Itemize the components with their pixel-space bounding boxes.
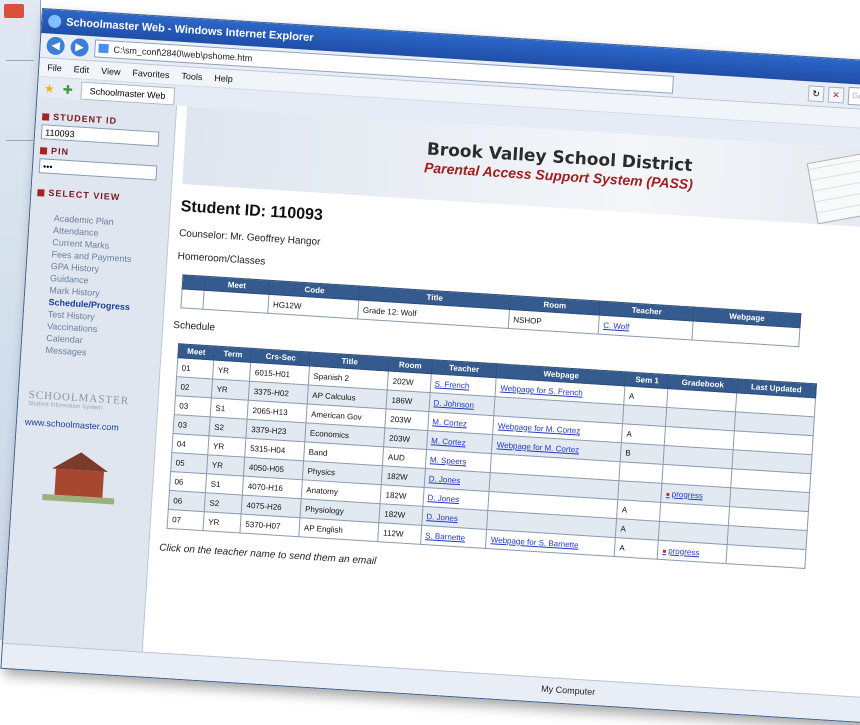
cell-link[interactable]: Webpage for M. Cortez <box>498 421 581 435</box>
select-view-label-text: Select View <box>48 187 121 203</box>
student-id-input[interactable]: 110093 <box>40 124 160 147</box>
table-cell: 06 <box>169 471 207 493</box>
brand-url-link[interactable]: www.schoolmaster.com <box>25 417 150 435</box>
menu-item-favorites[interactable]: Favorites <box>132 64 170 84</box>
security-zone: My Computer <box>540 683 596 698</box>
table-cell: YR <box>212 359 252 382</box>
cell-link[interactable]: S. Barnette <box>425 531 466 542</box>
table-cell: S2 <box>204 492 243 515</box>
forward-icon[interactable]: ▶ <box>70 37 90 57</box>
table-cell: YR <box>206 454 246 477</box>
stop-icon[interactable]: ✕ <box>827 86 845 104</box>
cell-link[interactable]: M. Speers <box>430 455 467 466</box>
cell-link[interactable]: Webpage for S. Barnette <box>491 535 579 550</box>
table-cell: 5370-H07 <box>240 514 301 537</box>
cell-link[interactable]: Webpage for M. Cortez <box>497 440 580 454</box>
cell-link[interactable]: M. Cortez <box>432 417 467 428</box>
progress-link[interactable]: progress <box>666 489 703 500</box>
table-cell: A <box>614 537 659 560</box>
table-cell: 203W <box>385 408 429 431</box>
table-cell: 07 <box>167 509 205 531</box>
table-cell: YR <box>207 435 247 458</box>
browser-window: Schoolmaster Web - Windows Internet Expl… <box>0 8 860 725</box>
bullet-icon <box>37 188 45 197</box>
divider <box>6 60 34 61</box>
progress-link[interactable]: progress <box>662 546 699 557</box>
table-cell: 112W <box>378 522 422 545</box>
view-list: Academic Plan Attendance Current Marks Fees… <box>45 212 163 363</box>
table-cell: 02 <box>175 376 213 398</box>
table-cell: AP English <box>298 517 380 542</box>
table-cell: 03 <box>173 414 211 436</box>
table-cell: 06 <box>168 490 206 512</box>
table-cell[interactable]: S. Barnette <box>420 525 487 549</box>
bullet-icon <box>39 146 48 155</box>
page-content: Student ID 110093 PIN ••• Select View Ac… <box>3 96 860 701</box>
table-cell: S1 <box>210 397 249 420</box>
table-cell: YR <box>203 511 242 533</box>
table-cell: 182W <box>379 503 423 526</box>
table-cell: S2 <box>209 416 248 439</box>
bullet-icon <box>41 112 50 121</box>
schedule-table: Meet Term Crs-Sec Title Room Teacher Webpage Se… <box>167 343 817 569</box>
table-cell[interactable]: progress <box>657 540 727 564</box>
table-cell: 203W <box>384 427 428 450</box>
column-header <box>182 274 205 291</box>
table-cell: 186W <box>386 389 430 412</box>
table-cell: S1 <box>205 473 244 496</box>
table-cell: AUD <box>382 446 427 469</box>
pin-input[interactable]: ••• <box>38 158 158 181</box>
student-id-label-text: Student ID <box>52 111 118 126</box>
table-cell: YR <box>211 378 250 401</box>
pin-label-text: PIN <box>50 145 70 157</box>
cell-link[interactable]: D. Jones <box>427 493 459 504</box>
address-text: C:\sm_conf\2840\web\pshome.htm <box>113 44 253 64</box>
cell-link[interactable]: D. Jones <box>426 512 458 523</box>
refresh-icon[interactable]: ↻ <box>807 85 825 103</box>
cell-link[interactable]: M. Cortez <box>431 436 466 447</box>
menu-item-file[interactable]: File <box>47 58 63 77</box>
menu-item-edit[interactable]: Edit <box>73 60 90 79</box>
divider <box>6 140 34 141</box>
table-cell: 03 <box>174 395 212 417</box>
table-cell <box>725 544 807 569</box>
table-cell <box>202 290 270 314</box>
ie-logo-icon <box>47 14 62 29</box>
table-cell: 182W <box>381 465 425 488</box>
cell-link[interactable]: D. Jones <box>429 474 461 485</box>
add-favorite-icon[interactable]: ✚ <box>62 82 73 97</box>
close-icon[interactable] <box>4 4 24 18</box>
menu-item-view[interactable]: View <box>101 62 121 81</box>
back-icon[interactable]: ◀ <box>46 36 66 56</box>
cell-link[interactable]: S. French <box>434 379 469 390</box>
select-view-label: Select View <box>37 187 164 205</box>
schoolhouse-icon <box>42 450 115 505</box>
ground <box>42 493 115 505</box>
table-cell: 182W <box>380 484 424 507</box>
table-cell: 05 <box>170 452 208 474</box>
house-body <box>54 468 104 498</box>
menu-item-tools[interactable]: Tools <box>181 67 203 86</box>
table-cell: 202W <box>387 370 431 393</box>
table-cell: 01 <box>176 357 214 379</box>
favorites-star-icon[interactable]: ★ <box>44 81 56 96</box>
cell-link[interactable]: D. Johnson <box>433 398 474 410</box>
table-cell: 04 <box>171 433 210 455</box>
table-cell <box>180 288 204 310</box>
menu-item-help[interactable]: Help <box>214 69 234 88</box>
page-icon <box>98 43 109 54</box>
cell-link[interactable]: C. Wolf <box>603 320 630 331</box>
search-input[interactable]: Google <box>847 86 860 111</box>
cell-link[interactable]: Webpage for S. French <box>500 383 583 397</box>
main-panel: Brook Valley School District Parental Ac… <box>142 105 860 701</box>
